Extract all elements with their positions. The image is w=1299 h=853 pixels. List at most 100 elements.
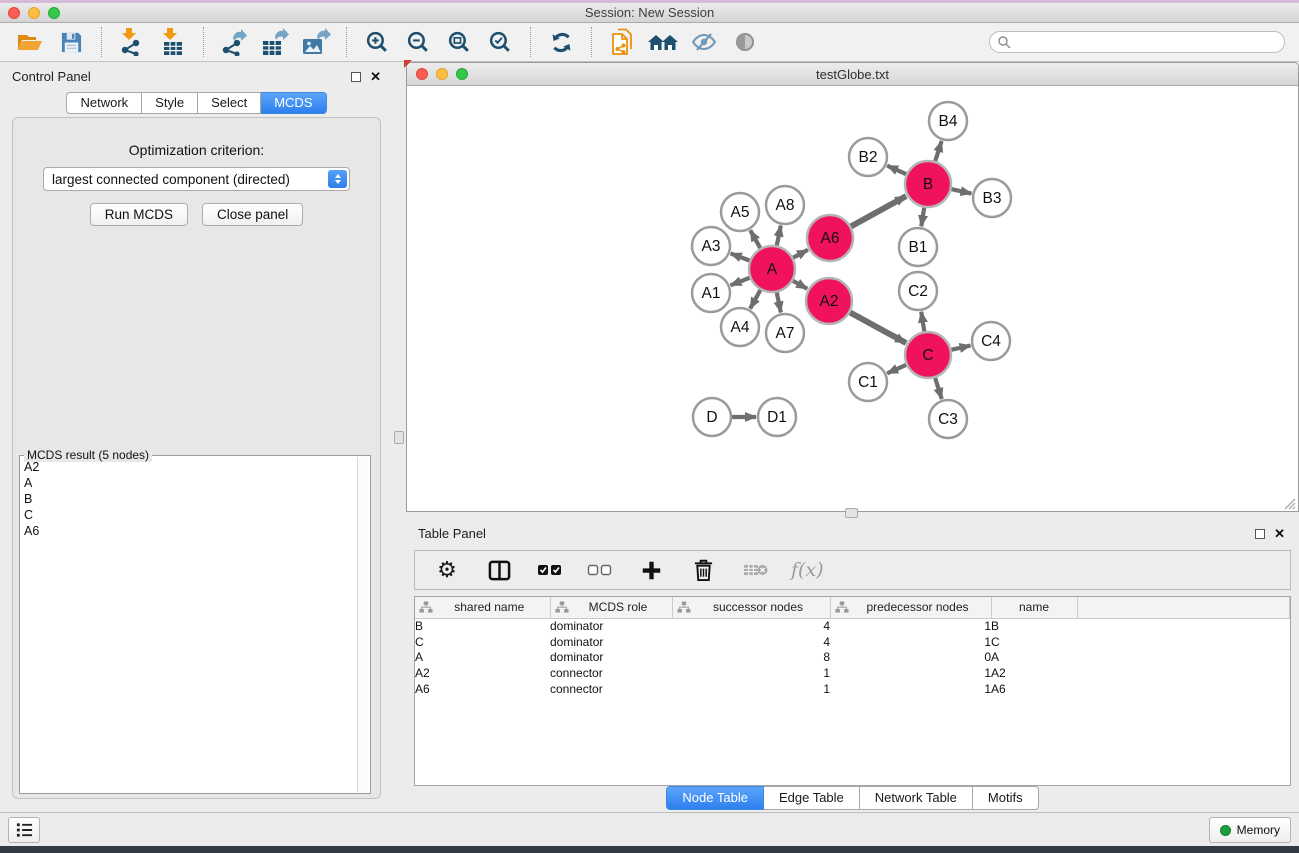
table-cell[interactable]: C xyxy=(415,634,550,650)
result-scrollbar[interactable] xyxy=(357,457,369,792)
graph-edge-A-A5[interactable] xyxy=(750,230,761,250)
table-cell[interactable]: 8 xyxy=(672,649,830,665)
refresh-layout-button[interactable] xyxy=(545,27,577,57)
graph-edge-B-B4[interactable] xyxy=(935,141,942,163)
float-panel-button[interactable] xyxy=(351,72,361,82)
function-builder-button[interactable]: f(x) xyxy=(791,559,824,581)
export-network-button[interactable] xyxy=(218,27,250,57)
graph-node-A4[interactable]: A4 xyxy=(721,308,759,346)
show-log-button[interactable] xyxy=(8,817,40,843)
column-header-MCDS-role[interactable]: MCDS role xyxy=(550,597,672,618)
show-all-button[interactable] xyxy=(729,27,761,57)
open-session-button[interactable] xyxy=(14,27,46,57)
table-cell[interactable]: dominator xyxy=(550,618,672,634)
column-header-shared-name[interactable]: shared name xyxy=(415,597,550,618)
graph-node-C4[interactable]: C4 xyxy=(972,322,1010,360)
graph-edge-A-A7[interactable] xyxy=(776,291,780,313)
mcds-result-list[interactable]: A2ABCA6 xyxy=(24,459,356,791)
table-cell[interactable]: A2 xyxy=(415,665,550,681)
table-row[interactable]: A2connector11A2 xyxy=(415,665,1290,681)
graph-node-A3[interactable]: A3 xyxy=(692,227,730,265)
table-cell[interactable]: B xyxy=(415,618,550,634)
main-titlebar[interactable]: Session: New Session xyxy=(0,3,1299,23)
network-canvas[interactable]: B4B2BB3A5A8A6B1A3AC2A1A2A4A7CC4C1C3DD1 xyxy=(408,87,1297,511)
table-cell[interactable]: connector xyxy=(550,665,672,681)
select-all-columns-button[interactable] xyxy=(535,555,565,585)
graph-edge-C-C4[interactable] xyxy=(949,346,970,351)
clone-network-button[interactable] xyxy=(606,27,638,57)
graph-edge-A-A8[interactable] xyxy=(776,226,780,248)
table-cell[interactable]: A6 xyxy=(991,681,1077,697)
graph-node-A6[interactable]: A6 xyxy=(807,215,853,261)
vertical-splitter-handle[interactable] xyxy=(394,431,404,444)
export-table-button[interactable] xyxy=(259,27,291,57)
graph-edge-B-B1[interactable] xyxy=(921,206,924,227)
graph-node-C[interactable]: C xyxy=(905,332,951,378)
graph-edge-B-B2[interactable] xyxy=(887,166,908,175)
tab-motifs[interactable]: Motifs xyxy=(973,786,1039,810)
memory-button[interactable]: Memory xyxy=(1209,817,1291,843)
graph-node-A1[interactable]: A1 xyxy=(692,274,730,312)
first-neighbors-button[interactable] xyxy=(647,27,679,57)
column-header-successor-nodes[interactable]: successor nodes xyxy=(672,597,830,618)
delete-table-button[interactable] xyxy=(739,555,771,585)
table-cell[interactable]: dominator xyxy=(550,634,672,650)
graph-edge-C-C1[interactable] xyxy=(887,364,908,373)
table-cell[interactable]: dominator xyxy=(550,649,672,665)
graph-edge-C-C2[interactable] xyxy=(921,312,924,334)
export-image-button[interactable] xyxy=(300,27,332,57)
import-table-button[interactable] xyxy=(157,27,189,57)
delete-column-button[interactable] xyxy=(687,555,719,585)
table-row[interactable]: Cdominator41C xyxy=(415,634,1290,650)
graph-node-D[interactable]: D xyxy=(693,398,731,436)
tab-network[interactable]: Network xyxy=(66,92,142,114)
tab-node-table[interactable]: Node Table xyxy=(666,786,764,810)
table-cell[interactable]: A2 xyxy=(991,665,1077,681)
graph-edge-A-A6[interactable] xyxy=(791,250,808,259)
close-panel-button-mcds[interactable]: Close panel xyxy=(202,203,303,226)
graph-edge-A-A2[interactable] xyxy=(791,280,807,289)
graph-node-B4[interactable]: B4 xyxy=(929,102,967,140)
table-cell[interactable]: A xyxy=(991,649,1077,665)
graph-node-D1[interactable]: D1 xyxy=(758,398,796,436)
graph-node-B2[interactable]: B2 xyxy=(849,138,887,176)
graph-edge-A-A4[interactable] xyxy=(750,288,761,308)
optimization-criterion-select[interactable]: largest connected component (directed) xyxy=(43,167,350,191)
search-input[interactable] xyxy=(989,31,1285,53)
column-header-name[interactable]: name xyxy=(991,597,1077,618)
graph-node-B3[interactable]: B3 xyxy=(973,179,1011,217)
graph-node-C3[interactable]: C3 xyxy=(929,400,967,438)
table-cell[interactable]: 1 xyxy=(830,681,991,697)
graph-edge-A2-C[interactable] xyxy=(848,312,906,343)
mcds-result-item[interactable]: C xyxy=(24,507,356,523)
graph-node-A7[interactable]: A7 xyxy=(766,314,804,352)
mcds-result-item[interactable]: A2 xyxy=(24,459,356,475)
tab-mcds[interactable]: MCDS xyxy=(261,92,326,114)
graph-node-A2[interactable]: A2 xyxy=(806,278,852,324)
unselect-all-columns-button[interactable] xyxy=(585,555,615,585)
window-resize-grip[interactable] xyxy=(1280,494,1296,510)
tab-network-table[interactable]: Network Table xyxy=(860,786,973,810)
table-cell[interactable]: 1 xyxy=(830,634,991,650)
table-cell[interactable]: A xyxy=(415,649,550,665)
graph-node-C2[interactable]: C2 xyxy=(899,272,937,310)
mcds-result-item[interactable]: A6 xyxy=(24,523,356,539)
table-cell[interactable]: C xyxy=(991,634,1077,650)
close-table-panel-button[interactable]: ✕ xyxy=(1274,529,1285,539)
zoom-out-button[interactable] xyxy=(402,27,434,57)
table-cell[interactable]: 1 xyxy=(830,665,991,681)
table-row[interactable]: Adominator80A xyxy=(415,649,1290,665)
create-column-button[interactable] xyxy=(635,555,667,585)
tab-edge-table[interactable]: Edge Table xyxy=(764,786,860,810)
network-window-titlebar[interactable]: testGlobe.txt xyxy=(407,63,1298,86)
table-row[interactable]: Bdominator41B xyxy=(415,618,1290,634)
save-session-button[interactable] xyxy=(55,27,87,57)
table-cell[interactable]: A6 xyxy=(415,681,550,697)
show-columns-button[interactable] xyxy=(483,555,515,585)
close-panel-button[interactable]: ✕ xyxy=(370,72,381,82)
zoom-in-button[interactable] xyxy=(361,27,393,57)
zoom-selected-button[interactable] xyxy=(484,27,516,57)
graph-edge-A-A3[interactable] xyxy=(731,253,752,261)
table-settings-button[interactable]: ⚙ xyxy=(431,555,463,585)
table-cell[interactable]: B xyxy=(991,618,1077,634)
